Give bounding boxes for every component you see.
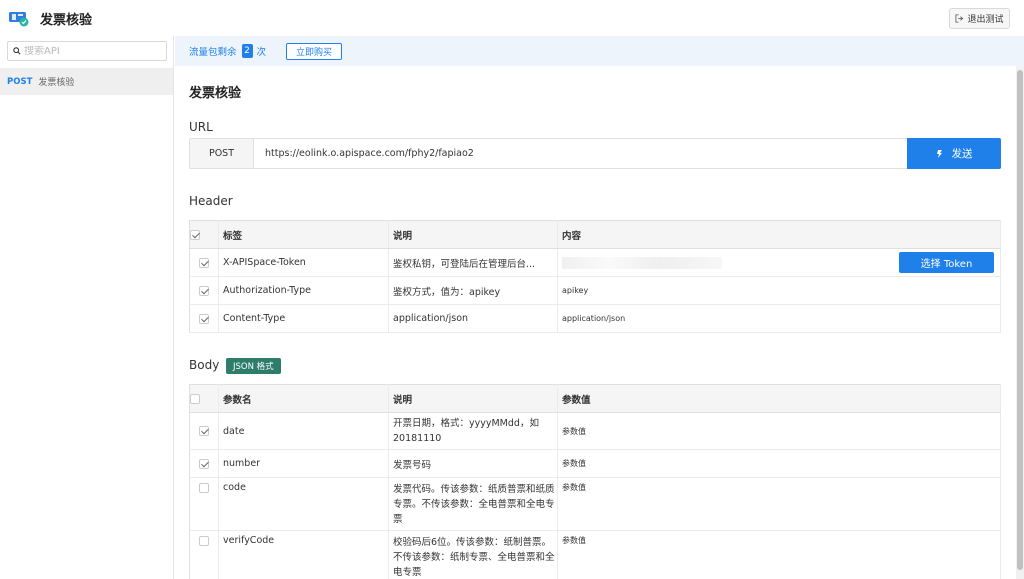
credit-count-badge: 2: [241, 44, 253, 58]
send-icon: [936, 149, 942, 158]
scrollbar-thumb[interactable]: [1017, 70, 1023, 570]
param-desc: 发票代码。传该参数：纸质普票和纸质专票。不传该参数：全电普票和全电专票: [388, 477, 558, 531]
column-header: 标签: [218, 220, 389, 249]
sidebar: POST 发票核验: [0, 36, 174, 579]
method-tag: POST: [7, 76, 33, 87]
row-checkbox[interactable]: [199, 257, 209, 268]
table-row: code 发票代码。传该参数：纸质普票和纸质专票。不传该参数：全电普票和全电专票…: [189, 477, 1001, 531]
top-bar: 发票核验 退出测试: [0, 0, 1024, 36]
column-header: 说明: [388, 220, 558, 249]
table-row: verifyCode 校验码后6位。传该参数：纸制普票。不传该参数：纸制专票、全…: [189, 530, 1001, 579]
url-method: POST: [190, 139, 254, 168]
row-checkbox[interactable]: [199, 458, 209, 469]
header-table-head: 标签 说明 内容: [189, 220, 1001, 249]
param-name: verifyCode: [218, 530, 389, 579]
url-row: POST https://eolink.o.apispace.com/fphy2…: [189, 138, 1001, 169]
column-header: 参数名: [218, 384, 389, 413]
exit-test-button[interactable]: 退出测试: [949, 8, 1010, 29]
token-value-redacted[interactable]: [562, 256, 722, 269]
row-checkbox[interactable]: [199, 482, 209, 493]
row-checkbox[interactable]: [199, 426, 209, 436]
header-table: 标签 说明 内容 X-APISpace-Token 鉴权私钥，可登陆后在管理后台…: [189, 220, 1001, 333]
param-desc: 开票日期，格式：yyyyMMdd，如20181110: [388, 412, 558, 450]
sidebar-item-invoice-verify[interactable]: POST 发票核验: [0, 68, 173, 95]
param-value-input[interactable]: 参数值: [557, 530, 1001, 579]
column-header: 参数值: [557, 384, 1001, 413]
row-checkbox[interactable]: [199, 313, 209, 324]
credit-prefix: 流量包剩余: [189, 47, 237, 58]
table-row: number 发票号码 参数值: [189, 449, 1001, 478]
table-row: X-APISpace-Token 鉴权私钥，可登陆后在管理后台... 选择 To…: [189, 248, 1001, 277]
header-section-title: Header: [189, 194, 233, 208]
body-select-all-checkbox[interactable]: [190, 393, 200, 404]
param-name: date: [218, 412, 389, 450]
body-section-title: Body: [189, 358, 220, 372]
param-desc: 发票号码: [388, 449, 558, 478]
param-value-input[interactable]: 参数值: [557, 412, 1001, 450]
select-token-button[interactable]: 选择 Token: [899, 252, 994, 273]
app-logo-icon: [8, 9, 30, 27]
header-value[interactable]: apikey: [557, 276, 1001, 305]
header-desc: 鉴权私钥，可登陆后在管理后台...: [388, 248, 558, 277]
row-checkbox[interactable]: [199, 535, 209, 546]
header-desc: 鉴权方式，值为：apikey: [388, 276, 558, 305]
search-box[interactable]: [7, 41, 167, 61]
url-field[interactable]: https://eolink.o.apispace.com/fphy2/fapi…: [254, 139, 907, 168]
body-table: 参数名 说明 参数值 date 开票日期，格式：yyyyMMdd，如201811…: [189, 384, 1001, 579]
header-select-all-checkbox[interactable]: [190, 229, 200, 240]
column-header: 内容: [557, 220, 1001, 249]
search-icon: [13, 47, 21, 55]
buy-now-button[interactable]: 立即购买: [286, 42, 343, 60]
param-name: number: [218, 449, 389, 478]
url-section-title: URL: [189, 120, 213, 134]
header-value[interactable]: application/json: [557, 304, 1001, 333]
credit-bar: 流量包剩余 2 次 立即购买: [175, 36, 1024, 66]
credit-suffix: 次: [256, 47, 267, 58]
header-desc: application/json: [388, 304, 558, 333]
header-key: X-APISpace-Token: [218, 248, 389, 277]
header-key: Authorization-Type: [218, 276, 389, 305]
column-header: 说明: [388, 384, 558, 413]
param-desc: 校验码后6位。传该参数：纸制普票。不传该参数：纸制专票、全电普票和全电专票: [388, 530, 558, 579]
json-format-tag: JSON 格式: [226, 358, 281, 374]
param-value-input[interactable]: 参数值: [557, 449, 1001, 478]
table-row: date 开票日期，格式：yyyyMMdd，如20181110 参数值: [189, 412, 1001, 450]
row-checkbox[interactable]: [199, 285, 209, 296]
logout-icon: [955, 14, 964, 23]
body-table-head: 参数名 说明 参数值: [189, 384, 1001, 413]
param-name: code: [218, 477, 389, 531]
send-label: 发送: [951, 148, 973, 160]
exit-test-label: 退出测试: [967, 15, 1004, 25]
header-key: Content-Type: [218, 304, 389, 333]
table-row: Content-Type application/json applicatio…: [189, 304, 1001, 333]
send-button[interactable]: 发送: [907, 138, 1001, 169]
page-title: 发票核验: [189, 86, 242, 101]
search-input[interactable]: [24, 45, 159, 57]
app-title: 发票核验: [40, 13, 93, 28]
sidebar-item-label: 发票核验: [38, 78, 75, 88]
param-value-input[interactable]: 参数值: [557, 477, 1001, 531]
table-row: Authorization-Type 鉴权方式，值为：apikey apikey: [189, 276, 1001, 305]
main-panel: 发票核验 URL POST https://eolink.o.apispace.…: [175, 66, 1015, 579]
